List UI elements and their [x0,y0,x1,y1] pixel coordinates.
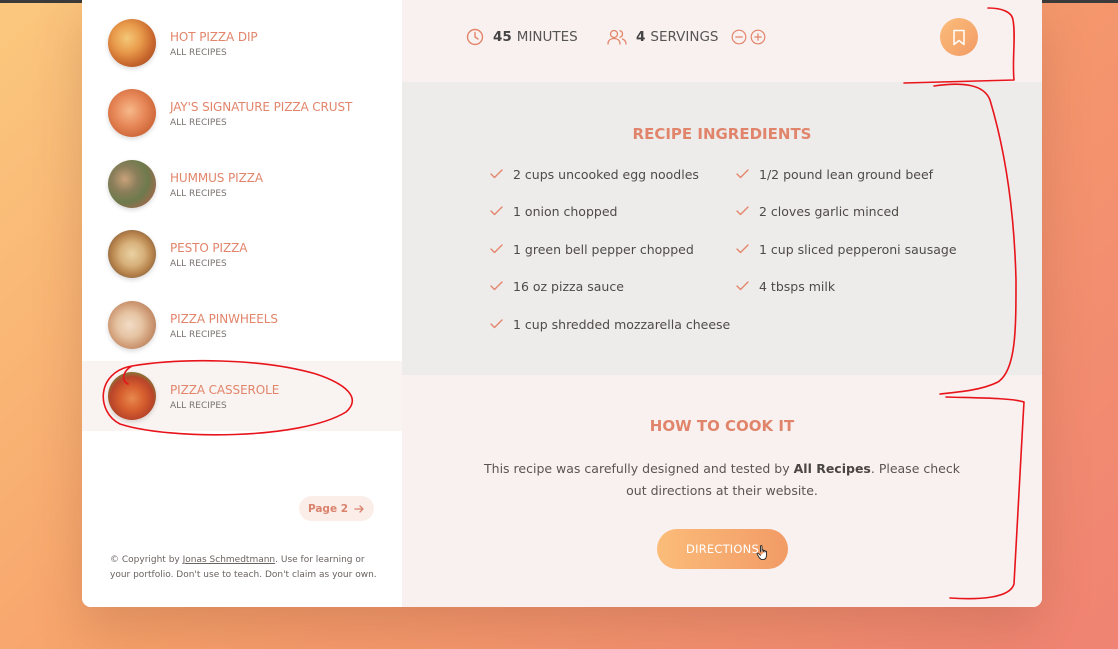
recipe-item-pizza-casserole[interactable]: PIZZA CASSEROLE ALL RECIPES [82,361,402,431]
recipe-title: PIZZA CASSEROLE [170,382,280,397]
ingredient-item: 4 tbsps milk [736,276,835,296]
recipe-item-pesto-pizza[interactable]: PESTO PIZZA ALL RECIPES [82,219,402,289]
recipe-thumbnail [108,372,156,420]
recipe-publisher: ALL RECIPES [170,47,227,58]
recipe-details-bar: 45 MINUTES 4 SERVINGS [402,0,1042,82]
directions-button[interactable]: DIRECTIONS [657,529,788,569]
page-button-label: Page 2 [307,502,349,515]
search-results-sidebar: HOT PIZZA DIP ALL RECIPES JAY'S SIGNATUR… [82,0,402,607]
recipe-app: HOT PIZZA DIP ALL RECIPES JAY'S SIGNATUR… [82,0,1042,607]
ingredient-item: 2 cups uncooked egg noodles [490,164,699,184]
check-icon [490,206,503,216]
ingredient-item: 1 green bell pepper chopped [490,239,694,259]
ingredient-text: 1 green bell pepper chopped [513,241,694,257]
recipe-item-hummus-pizza[interactable]: HUMMUS PIZZA ALL RECIPES [82,149,402,219]
recipe-publisher-name: All Recipes [793,461,871,476]
ingredient-text: 1 onion chopped [513,203,618,219]
check-icon [736,281,749,291]
ingredient-item: 16 oz pizza sauce [490,276,624,296]
recipe-item-pizza-pinwheels[interactable]: PIZZA PINWHEELS ALL RECIPES [82,290,402,360]
directions-description: This recipe was carefully designed and t… [472,458,972,502]
ingredients-heading: RECIPE INGREDIENTS [632,125,812,143]
directions-button-label: DIRECTIONS [686,542,759,556]
recipe-view: 45 MINUTES 4 SERVINGS RECIPE INGREDIENTS… [402,0,1042,607]
servings-controls [731,29,766,45]
ingredient-text: 1/2 pound lean ground beef [759,166,934,182]
check-icon [490,281,503,291]
servings-value: 4 [636,29,646,45]
ingredient-item: 1 cup sliced pepperoni sausage [736,239,957,259]
recipe-title: HOT PIZZA DIP [170,29,258,44]
check-icon [736,169,749,179]
recipe-publisher: ALL RECIPES [170,329,227,340]
copyright-prefix: © Copyright by [110,555,183,565]
copyright-notice: © Copyright by Jonas Schmedtmann. Use fo… [110,553,380,583]
ingredient-text: 4 tbsps milk [759,278,836,294]
recipe-title: PIZZA PINWHEELS [170,311,278,326]
check-icon [490,169,503,179]
hand-cursor-icon [756,545,767,561]
recipe-publisher: ALL RECIPES [170,188,227,199]
ingredient-item: 1/2 pound lean ground beef [736,164,933,184]
cooking-time: 45 MINUTES [466,27,578,47]
recipe-thumbnail [108,301,156,349]
how-to-cook-section: HOW TO COOK IT This recipe was carefully… [402,375,1042,607]
recipe-thumbnail [108,160,156,208]
ingredient-text: 16 oz pizza sauce [513,278,624,294]
bookmark-button[interactable] [940,18,978,56]
directions-text-start: This recipe was carefully designed and t… [484,461,794,476]
servings-unit: SERVINGS [650,29,719,45]
check-icon [736,244,749,254]
recipe-title: JAY'S SIGNATURE PIZZA CRUST [170,99,353,114]
check-icon [490,244,503,254]
ingredient-item: 2 cloves garlic minced [736,201,899,221]
arrow-right-icon [354,504,364,513]
recipe-ingredients-section: RECIPE INGREDIENTS 2 cups uncooked egg n… [402,82,1042,375]
ingredient-item: 1 cup shredded mozzarella cheese [490,314,730,334]
ingredient-text: 1 cup shredded mozzarella cheese [513,316,731,332]
cooking-time-value: 45 [493,29,512,45]
ingredient-text: 1 cup sliced pepperoni sausage [759,241,957,257]
ingredient-text: 2 cups uncooked egg noodles [513,166,699,182]
check-icon [490,319,503,329]
next-page-button[interactable]: Page 2 [299,496,374,521]
cooking-time-unit: MINUTES [516,29,578,45]
recipe-title: HUMMUS PIZZA [170,170,263,185]
minus-circle-icon[interactable] [731,29,747,45]
recipe-item-jays-signature-pizza-crust[interactable]: JAY'S SIGNATURE PIZZA CRUST ALL RECIPES [82,78,402,148]
clock-icon [466,28,484,46]
recipe-publisher: ALL RECIPES [170,117,227,128]
ingredient-text: 2 cloves garlic minced [759,203,900,219]
plus-circle-icon[interactable] [750,29,766,45]
recipe-thumbnail [108,19,156,67]
check-icon [736,206,749,216]
recipe-title: PESTO PIZZA [170,240,248,255]
recipe-publisher: ALL RECIPES [170,400,227,411]
servings: 4 SERVINGS [607,27,766,47]
recipe-item-hot-pizza-dip[interactable]: HOT PIZZA DIP ALL RECIPES [82,8,402,78]
author-link[interactable]: Jonas Schmedtmann [183,555,276,565]
how-to-cook-heading: HOW TO COOK IT [649,417,795,435]
recipe-thumbnail [108,89,156,137]
users-icon [607,29,627,45]
recipe-publisher: ALL RECIPES [170,258,227,269]
bookmark-icon [953,29,965,45]
ingredient-item: 1 onion chopped [490,201,617,221]
recipe-thumbnail [108,230,156,278]
